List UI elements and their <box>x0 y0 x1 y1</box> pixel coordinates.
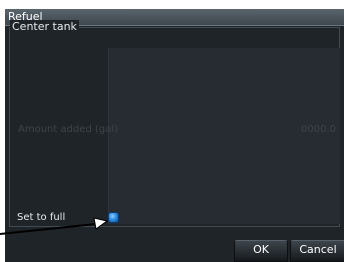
ok-button[interactable]: OK <box>234 240 288 262</box>
set-to-full-label: Set to full <box>17 212 66 223</box>
amount-added-label: Amount added (gal) <box>18 124 119 135</box>
amount-added-value[interactable]: 0000.0 <box>301 123 336 137</box>
cancel-button[interactable]: Cancel <box>290 240 344 262</box>
group-label: Center tank <box>10 20 79 34</box>
set-to-full-checkbox[interactable] <box>108 212 119 223</box>
